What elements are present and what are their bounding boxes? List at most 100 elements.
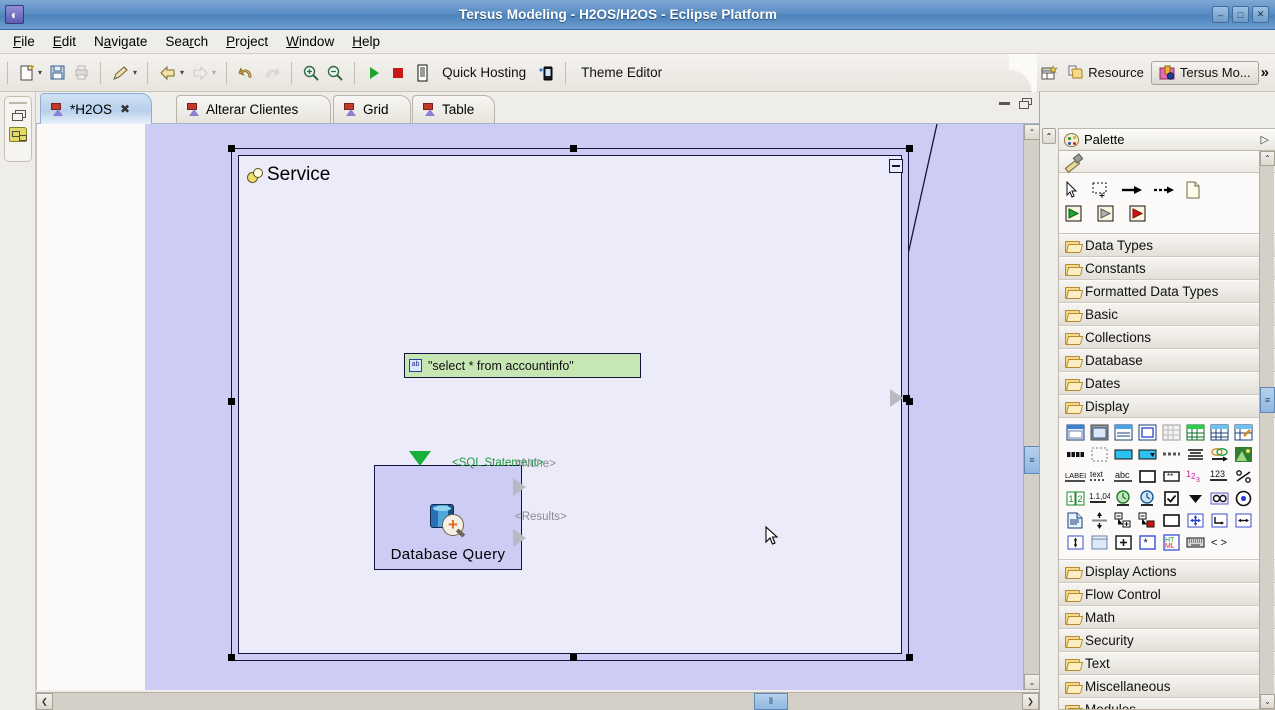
palette-collapse-button[interactable]: ⌃: [1042, 128, 1056, 144]
text-area-icon[interactable]: [1185, 444, 1206, 465]
restore-view-icon[interactable]: [11, 110, 26, 121]
radio-pair-icon[interactable]: [1209, 488, 1230, 509]
vertical-align-icon[interactable]: [1089, 510, 1110, 531]
menu-edit[interactable]: Edit: [44, 32, 85, 51]
server-button[interactable]: [410, 60, 434, 86]
table-icon[interactable]: [1209, 422, 1230, 443]
menu-search[interactable]: Search: [156, 32, 217, 51]
image-icon[interactable]: [1233, 444, 1254, 465]
close-button[interactable]: ✕: [1252, 6, 1269, 23]
panel-icon[interactable]: [1113, 422, 1134, 443]
database-query-node[interactable]: Database Query: [374, 465, 522, 570]
dialog-icon[interactable]: [1089, 422, 1110, 443]
selection-handle[interactable]: [906, 145, 913, 152]
move-icon[interactable]: [1185, 510, 1206, 531]
selection-handle[interactable]: [903, 395, 910, 402]
selection-handle[interactable]: [570, 145, 577, 152]
text-icon[interactable]: text: [1089, 466, 1110, 487]
box-icon[interactable]: [1137, 466, 1158, 487]
palette-category-display-actions[interactable]: Display Actions: [1059, 560, 1275, 583]
keyboard-icon[interactable]: [1185, 532, 1206, 553]
frame-icon[interactable]: [1137, 422, 1158, 443]
perspective-overflow-button[interactable]: »: [1259, 64, 1275, 81]
scroll-left-button[interactable]: ❮: [36, 693, 53, 710]
palette-category-math[interactable]: Math: [1059, 606, 1275, 629]
dashed-arrow-icon[interactable]: [1153, 182, 1175, 198]
tab-h2os[interactable]: *H2OS ✖: [40, 93, 152, 124]
percent-icon[interactable]: [1233, 466, 1254, 487]
number-sub-icon[interactable]: 123: [1185, 466, 1206, 487]
grid-empty-icon[interactable]: [1161, 422, 1182, 443]
palette-category-collections[interactable]: Collections: [1059, 326, 1275, 349]
minimize-icon[interactable]: [999, 101, 1010, 105]
diagram-canvas[interactable]: Service ab "select * from accountinfo" +…: [145, 124, 1039, 690]
new-wizard-button[interactable]: ▾: [15, 60, 45, 86]
selection-handle[interactable]: [228, 398, 235, 405]
tab-table[interactable]: Table: [412, 95, 495, 123]
back-button[interactable]: ▾: [155, 60, 187, 86]
text-field-icon[interactable]: [1113, 444, 1134, 465]
maximize-button[interactable]: □: [1232, 6, 1249, 23]
menu-file[interactable]: File: [4, 32, 44, 51]
palette-category-basic[interactable]: Basic: [1059, 303, 1275, 326]
menu-project[interactable]: Project: [217, 32, 277, 51]
minimize-button[interactable]: –: [1212, 6, 1229, 23]
palette-category-dates[interactable]: Dates: [1059, 372, 1275, 395]
palette-category-display[interactable]: Display: [1059, 395, 1275, 418]
maximize-icon[interactable]: [1019, 98, 1032, 109]
chevron-down-icon[interactable]: ▾: [180, 68, 184, 77]
palette-category-data-types[interactable]: Data Types: [1059, 234, 1275, 257]
dashed-line-icon[interactable]: [1161, 444, 1182, 465]
plus-icon[interactable]: [1113, 532, 1134, 553]
palette-scroll-thumb[interactable]: ≡: [1260, 387, 1275, 413]
resize-icon[interactable]: [1209, 510, 1230, 531]
tersus-explorer-folder-icon[interactable]: [9, 127, 27, 142]
dropdown-arrow-icon[interactable]: [1185, 488, 1206, 509]
service-collapse-button[interactable]: [889, 159, 903, 173]
red-play-flag-icon[interactable]: [1129, 204, 1151, 224]
stop-button[interactable]: [386, 60, 410, 86]
pages-icon[interactable]: 12: [1065, 488, 1086, 509]
tab-alterar-clientes[interactable]: Alterar Clientes: [176, 95, 331, 123]
run-button[interactable]: [362, 60, 386, 86]
select-arrow-icon[interactable]: [1065, 181, 1081, 199]
number-123-icon[interactable]: 123: [1209, 466, 1230, 487]
clock-blue-icon[interactable]: [1137, 488, 1158, 509]
horizontal-size-icon[interactable]: [1233, 510, 1254, 531]
open-perspective-button[interactable]: [1037, 60, 1061, 86]
palette-vertical-scrollbar[interactable]: ⌃ ≡ ⌄: [1259, 151, 1275, 709]
window-icon[interactable]: [1065, 422, 1086, 443]
palette-category-security[interactable]: Security: [1059, 629, 1275, 652]
service-inner-frame[interactable]: [238, 155, 902, 654]
decimal-icon[interactable]: 1.1,04: [1089, 488, 1110, 509]
results-output-port-triangle[interactable]: [513, 529, 526, 547]
palette-category-database[interactable]: Database: [1059, 349, 1275, 372]
menu-help[interactable]: Help: [343, 32, 389, 51]
palette-category-text[interactable]: Text: [1059, 652, 1275, 675]
combo-box-icon[interactable]: [1137, 444, 1158, 465]
quick-hosting-label[interactable]: Quick Hosting: [434, 65, 534, 80]
palette-category-constants[interactable]: Constants: [1059, 257, 1275, 280]
link-icon[interactable]: [1209, 444, 1230, 465]
palette-category-miscellaneous[interactable]: Miscellaneous: [1059, 675, 1275, 698]
perspective-resource[interactable]: Resource: [1061, 62, 1151, 83]
code-brackets-icon[interactable]: < >: [1209, 532, 1230, 553]
chevron-down-icon[interactable]: ▾: [38, 68, 42, 77]
marquee-select-icon[interactable]: [1091, 181, 1111, 199]
solid-arrow-icon[interactable]: [1121, 182, 1143, 198]
scroll-down-button[interactable]: ⌄: [1024, 674, 1040, 690]
palette-category-modules[interactable]: Modules: [1059, 698, 1275, 709]
quick-edit-button[interactable]: ▾: [108, 60, 140, 86]
chevron-down-icon[interactable]: ▾: [133, 68, 137, 77]
canvas-horizontal-scrollbar[interactable]: ❮ ⦀ ❯: [36, 692, 1039, 710]
rect-icon[interactable]: [1161, 510, 1182, 531]
mobile-device-button[interactable]: [534, 60, 558, 86]
palette-category-formatted-data-types[interactable]: Formatted Data Types: [1059, 280, 1275, 303]
vertical-scroll-thumb[interactable]: ≡: [1024, 446, 1040, 474]
selection-handle[interactable]: [228, 654, 235, 661]
dotted-bar-icon[interactable]: [1065, 444, 1086, 465]
green-play-flag-icon[interactable]: [1065, 204, 1087, 224]
password-icon[interactable]: **: [1161, 466, 1182, 487]
scroll-up-button[interactable]: ⌃: [1024, 124, 1040, 140]
checkbox-icon[interactable]: [1161, 488, 1182, 509]
